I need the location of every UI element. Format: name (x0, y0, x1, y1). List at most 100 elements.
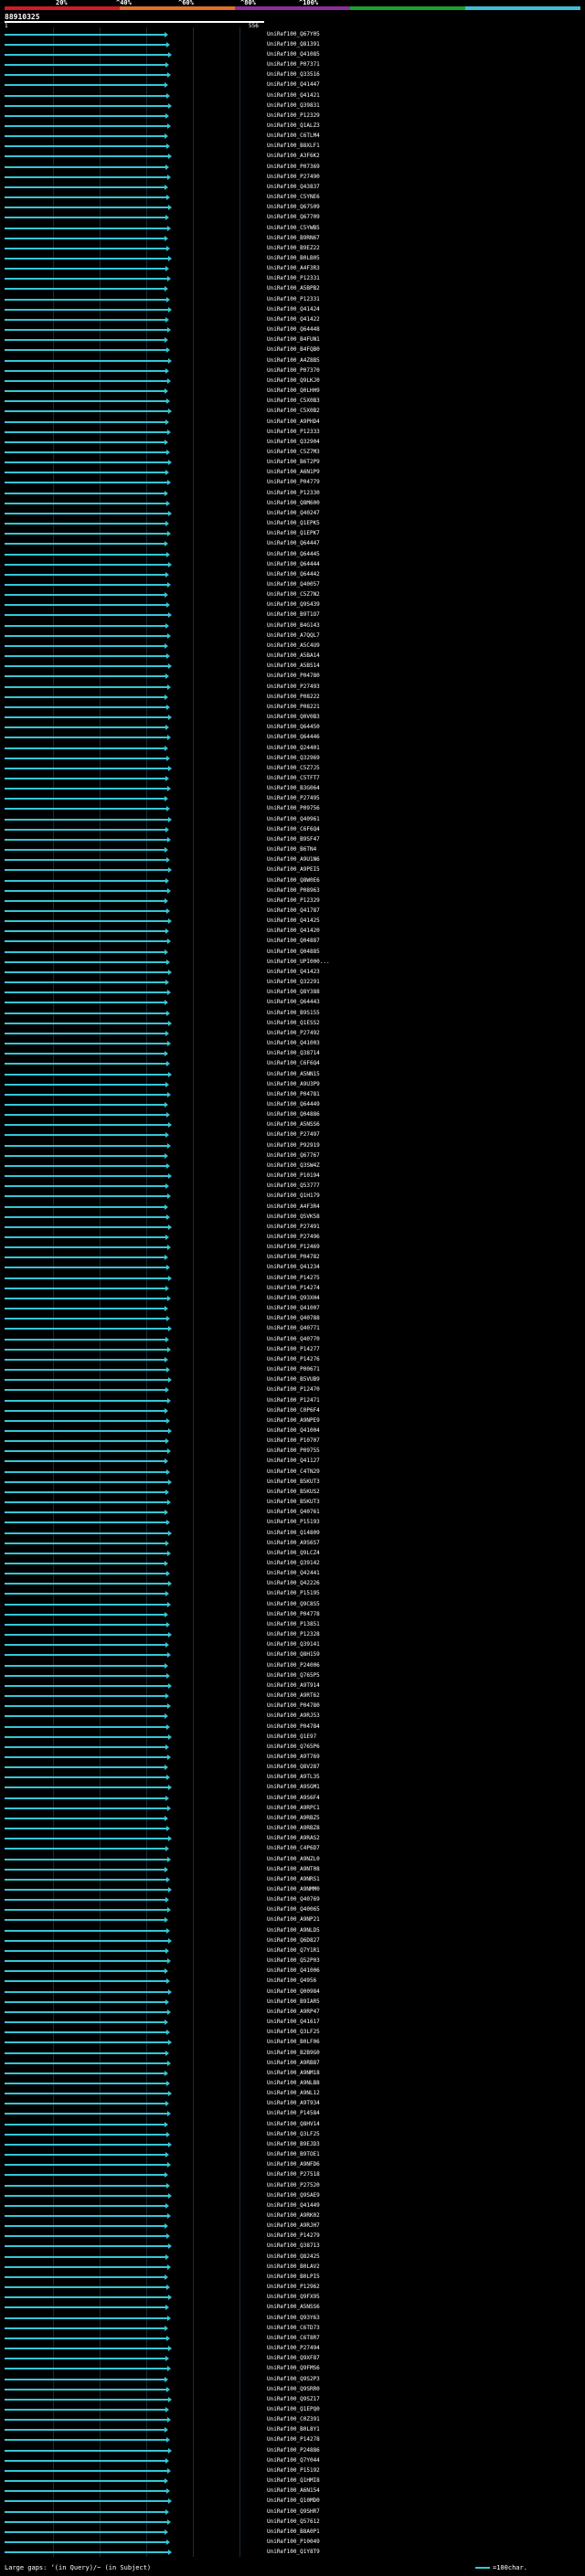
hit-row[interactable]: UniRef100_Q3LF25 (0, 2028, 585, 2038)
subject-id-link[interactable]: UniRef100_Q41447 (267, 82, 320, 88)
subject-id-link[interactable]: UniRef100_Q40761 (267, 1510, 320, 1515)
subject-id-link[interactable]: UniRef100_Q41424 (267, 306, 320, 313)
hit-row[interactable]: UniRef100_B4FUN1 (0, 335, 585, 345)
subject-id-link[interactable]: UniRef100_A7QQL7 (267, 632, 320, 639)
subject-id-link[interactable]: UniRef100_P27493 (267, 684, 320, 690)
hit-row[interactable]: UniRef100_Q57612 (0, 2517, 585, 2527)
hit-row[interactable]: UniRef100_P12329 (0, 896, 585, 906)
subject-id-link[interactable]: UniRef100_Q67709 (267, 215, 320, 220)
subject-id-link[interactable]: UniRef100_P27490 (267, 174, 320, 180)
hit-row[interactable]: UniRef100_C6F6Q4 (0, 1059, 585, 1069)
hit-row[interactable]: UniRef100_Q1HMI8 (0, 2476, 585, 2486)
subject-id-link[interactable]: UniRef100_P13851 (267, 1621, 320, 1627)
subject-id-link[interactable]: UniRef100_B0LF06 (267, 2040, 320, 2045)
subject-id-link[interactable]: UniRef100_Q41787 (267, 908, 320, 914)
hit-row[interactable]: UniRef100_Q40761 (0, 1508, 585, 1518)
hit-row[interactable]: UniRef100_Q64446 (0, 733, 585, 743)
subject-id-link[interactable]: UniRef100_Q9FX95 (267, 2295, 320, 2300)
hit-row[interactable]: UniRef100_P24886 (0, 2445, 585, 2455)
hit-row[interactable]: UniRef100_P09756 (0, 804, 585, 814)
subject-id-link[interactable]: UniRef100_Q8V287 (267, 1765, 320, 1770)
subject-id-link[interactable]: UniRef100_Q42441 (267, 1571, 320, 1576)
hit-row[interactable]: UniRef100_P08963 (0, 885, 585, 896)
hit-row[interactable]: UniRef100_P12329 (0, 111, 585, 121)
subject-id-link[interactable]: UniRef100_P07370 (267, 367, 320, 374)
subject-id-link[interactable]: UniRef100_A9RBZ5 (267, 1815, 320, 1821)
subject-id-link[interactable]: UniRef100_Q33516 (267, 72, 320, 78)
subject-id-link[interactable]: UniRef100_P14278 (267, 2437, 320, 2443)
subject-id-link[interactable]: UniRef100_C5TFT7 (267, 775, 320, 781)
hit-row[interactable]: UniRef100_Q41425 (0, 917, 585, 927)
hit-row[interactable]: UniRef100_A9RB87 (0, 2058, 585, 2068)
hit-row[interactable]: UniRef100_Q41421 (0, 90, 585, 101)
subject-id-link[interactable]: UniRef100_Q0V0B3 (267, 715, 320, 720)
hit-row[interactable]: UniRef100_B0LAV2 (0, 2262, 585, 2272)
subject-id-link[interactable]: UniRef100_Q04885 (267, 949, 320, 955)
subject-id-link[interactable]: UniRef100_B9EJD3 (267, 2141, 320, 2147)
subject-id-link[interactable]: UniRef100_C5YNE6 (267, 195, 320, 200)
hit-row[interactable]: UniRef100_Q67709 (0, 213, 585, 223)
subject-id-link[interactable]: UniRef100_Q8W0E6 (267, 877, 320, 884)
subject-id-link[interactable]: UniRef100_Q9S2P3 (267, 2376, 320, 2382)
hit-row[interactable]: UniRef100_Q93Y63 (0, 2313, 585, 2323)
hit-row[interactable]: UniRef100_Q81391 (0, 39, 585, 49)
subject-id-link[interactable]: UniRef100_Q41085 (267, 51, 320, 58)
hit-row[interactable]: UniRef100_Q8H159 (0, 1650, 585, 1660)
subject-id-link[interactable]: UniRef100_Q93Y63 (267, 2315, 320, 2321)
subject-id-link[interactable]: UniRef100_P04781 (267, 1091, 320, 1097)
subject-id-link[interactable]: UniRef100_A9TL35 (267, 1775, 320, 1780)
subject-id-link[interactable]: UniRef100_A9NPE9 (267, 1417, 320, 1424)
subject-id-link[interactable]: UniRef100_C6TLM4 (267, 133, 320, 139)
subject-id-link[interactable]: UniRef100_C5Z7J5 (267, 765, 320, 771)
hit-row[interactable]: UniRef100_A4Z8B5 (0, 355, 585, 366)
hit-row[interactable]: UniRef100_Q9FX95 (0, 2293, 585, 2303)
subject-id-link[interactable]: UniRef100_C6TD73 (267, 2325, 320, 2331)
subject-id-link[interactable]: UniRef100_A9T769 (267, 1754, 320, 1760)
hit-row[interactable]: UniRef100_P12328 (0, 1630, 585, 1640)
subject-id-link[interactable]: UniRef100_Q64442 (267, 571, 320, 578)
hit-row[interactable]: UniRef100_C5Z7M3 (0, 447, 585, 457)
subject-id-link[interactable]: UniRef100_P14584 (267, 2111, 320, 2116)
subject-id-link[interactable]: UniRef100_A6N1P9 (267, 470, 320, 475)
hit-row[interactable]: UniRef100_B5KUT3 (0, 1477, 585, 1487)
hit-row[interactable]: UniRef100_Q64450 (0, 723, 585, 733)
subject-id-link[interactable]: UniRef100_Q32291 (267, 980, 320, 985)
hit-row[interactable]: UniRef100_C5X0B2 (0, 407, 585, 417)
hit-row[interactable]: UniRef100_B2B9G0 (0, 2048, 585, 2058)
subject-id-link[interactable]: UniRef100_A9NLD5 (267, 1927, 320, 1934)
subject-id-link[interactable]: UniRef100_A9U1N6 (267, 857, 320, 863)
hit-row[interactable]: UniRef100_Q40771 (0, 1324, 585, 1334)
subject-id-link[interactable]: UniRef100_P09755 (267, 1448, 320, 1454)
subject-id-link[interactable]: UniRef100_A9NZL0 (267, 1856, 320, 1862)
subject-id-link[interactable]: UniRef100_P00671 (267, 1367, 320, 1373)
hit-row[interactable]: UniRef100_A9NM18 (0, 2068, 585, 2078)
hit-row[interactable]: UniRef100_P04784 (0, 1722, 585, 1732)
subject-id-link[interactable]: UniRef100_Q40065 (267, 1907, 320, 1913)
hit-row[interactable]: UniRef100_Q40961 (0, 814, 585, 824)
hit-row[interactable]: UniRef100_Q8Y388 (0, 988, 585, 998)
hit-row[interactable]: UniRef100_P12333 (0, 427, 585, 437)
subject-id-link[interactable]: UniRef100_Q39141 (267, 1642, 320, 1648)
subject-id-link[interactable]: UniRef100_P27494 (267, 2346, 320, 2351)
subject-id-link[interactable]: UniRef100_P12471 (267, 1397, 320, 1404)
subject-id-link[interactable]: UniRef100_B3G064 (267, 786, 320, 791)
hit-row[interactable]: UniRef100_Q0LHH9 (0, 386, 585, 396)
hit-row[interactable]: UniRef100_A5NN15 (0, 1069, 585, 1079)
hit-row[interactable]: UniRef100_Q93XH4 (0, 1293, 585, 1303)
hit-row[interactable]: UniRef100_A4F3R4 (0, 1202, 585, 1212)
subject-id-link[interactable]: UniRef100_P12328 (267, 1632, 320, 1638)
subject-id-link[interactable]: UniRef100_Q9C8S5 (267, 1601, 320, 1607)
hit-row[interactable]: UniRef100_A9NP21 (0, 1915, 585, 1925)
hit-row[interactable]: UniRef100_A9NLD5 (0, 1925, 585, 1935)
subject-id-link[interactable]: UniRef100_P12962 (267, 2284, 320, 2290)
hit-row[interactable]: UniRef100_P14275 (0, 1273, 585, 1283)
hit-row[interactable]: UniRef100_C0P6F4 (0, 1405, 585, 1415)
hit-row[interactable]: UniRef100_Q39141 (0, 1640, 585, 1650)
subject-id-link[interactable]: UniRef100_A9RP47 (267, 2009, 320, 2015)
subject-id-link[interactable]: UniRef100_P12470 (267, 1387, 320, 1393)
hit-row[interactable]: UniRef100_Q52P03 (0, 1956, 585, 1966)
hit-row[interactable]: UniRef100_Q9XF87 (0, 2354, 585, 2364)
hit-row[interactable]: UniRef100_B9T1O7 (0, 610, 585, 620)
hit-row[interactable]: UniRef100_Q32904 (0, 437, 585, 447)
subject-id-link[interactable]: UniRef100_A9S6S7 (267, 1540, 320, 1546)
